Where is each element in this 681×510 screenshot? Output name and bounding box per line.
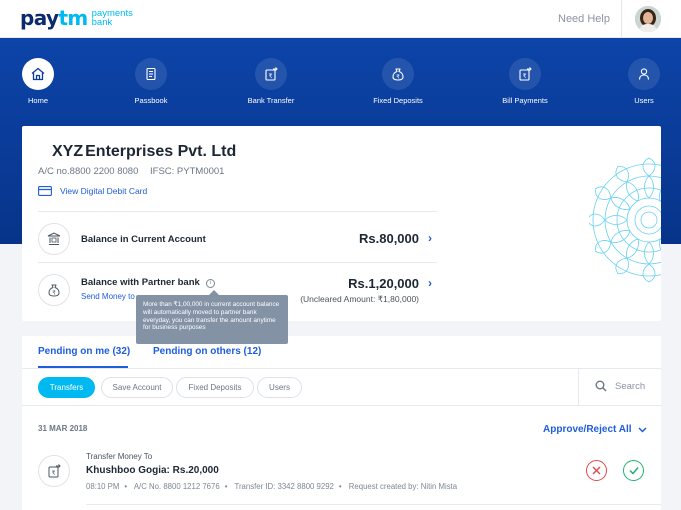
uncleared-amount: (Uncleared Amount: ₹1,80,000) [300,294,419,304]
bank-transfer-icon: ₹ [255,58,287,90]
chevron-right-icon: › [428,231,432,245]
search-icon [595,380,607,392]
top-bar: paytm payments bank Need Help [0,0,681,38]
company-name: XYZ Enterprises Pvt. Ltd [52,143,236,161]
transaction-id: Transfer ID: 3342 8800 9292 [234,482,334,491]
svg-text:₹: ₹ [396,73,400,80]
mandala-decoration-icon [589,157,661,283]
partner-bank-info-tooltip: More than ₹1,00,000 in current account b… [136,290,288,344]
transaction-account: A/C No. 8800 1212 7676 [133,482,220,491]
divider [86,504,661,505]
search-label: Search [615,380,646,392]
current-balance-label: Balance in Current Account [81,234,206,245]
fixed-deposits-icon: ₹ [382,58,414,90]
nav-item-users[interactable]: Users [594,58,681,105]
bank-building-icon [38,223,70,255]
svg-text:₹: ₹ [269,73,273,80]
nav-item-fixed-deposits[interactable]: ₹ Fixed Deposits [348,58,448,105]
svg-text:₹: ₹ [52,289,56,296]
passbook-icon [135,58,167,90]
pending-approvals-card: Pending on me (32) Pending on others (12… [22,336,661,510]
nav-item-bank-transfer[interactable]: ₹ Bank Transfer [221,58,321,105]
company-prefix: XYZ [52,143,84,160]
reject-button[interactable] [586,460,607,481]
nav-label: Bill Payments [502,96,548,105]
chevron-right-icon: › [428,276,432,290]
svg-text:₹: ₹ [523,73,527,80]
divider [22,405,661,406]
header-divider [621,0,622,38]
filter-chip-transfers[interactable]: Transfers [38,377,95,398]
bill-payments-icon: ₹ [509,58,541,90]
chevron-down-icon [638,426,647,433]
transaction-created-by: Request created by: Nitin Mista [348,482,458,491]
search-button[interactable]: Search [595,380,645,392]
account-number: A/C no.8800 2200 8080 [38,166,139,177]
company-name-text: Enterprises Pvt. Ltd [85,143,237,160]
current-balance-amount: Rs.80,000 [359,231,419,246]
info-icon[interactable]: i [205,279,215,288]
users-icon [628,58,660,90]
logo-subtitle: payments bank [91,8,133,28]
filter-chip-save-account[interactable]: Save Account [101,377,173,398]
logo-wordmark: paytm [20,6,88,30]
filter-chip-users[interactable]: Users [257,377,302,398]
filter-chip-fixed-deposits[interactable]: Fixed Deposits [176,377,254,398]
account-summary-card: XYZ Enterprises Pvt. Ltd A/C no.8800 2200… [22,126,661,321]
transaction-meta: 08:10 PM • A/C No. 8800 1212 7676 • Transf… [86,482,458,491]
nav-label: Home [27,96,48,105]
transfer-money-icon: ₹ [38,455,70,487]
nav-label: Users [634,96,654,105]
check-icon [628,467,639,475]
send-money-link[interactable]: Send Money to [81,292,135,301]
date-header: 31 MAR 2018 [38,424,88,433]
approve-reject-all-button[interactable]: Approve/Reject All [543,424,647,435]
nav-label: Bank Transfer [247,96,295,105]
divider [22,368,661,369]
transaction-title: Transfer Money To [86,452,153,461]
svg-text:₹: ₹ [52,470,56,477]
view-card-label: View Digital Debit Card [60,186,148,196]
current-account-balance-row[interactable]: Balance in Current Account Rs.80,000 › [38,219,437,259]
paytm-payments-bank-logo[interactable]: paytm payments bank [20,7,133,29]
need-help-link[interactable]: Need Help [558,13,610,25]
partner-balance-label: Balance with Partner bank i [81,277,215,288]
approve-button[interactable] [623,460,644,481]
close-icon [592,466,601,475]
partner-balance-amount: Rs.1,20,000 [348,276,419,291]
search-divider [578,368,579,405]
home-icon [22,58,54,90]
divider [38,211,437,212]
card-icon [38,186,52,196]
tab-pending-on-others[interactable]: Pending on others (12) [153,346,261,357]
avatar[interactable] [635,6,661,32]
nav-label: Passbook [134,96,168,105]
view-digital-debit-card-link[interactable]: View Digital Debit Card [38,186,147,196]
nav-label: Fixed Deposits [373,96,423,105]
money-bag-icon: ₹ [38,274,70,306]
tab-pending-on-me[interactable]: Pending on me (32) [38,346,130,357]
account-info: A/C no.8800 2200 8080 IFSC: PYTM0001 [38,166,233,177]
transaction-time: 08:10 PM [86,482,120,491]
nav-item-passbook[interactable]: Passbook [101,58,201,105]
ifsc-code: IFSC: PYTM0001 [150,166,225,177]
nav-item-bill-payments[interactable]: ₹ Bill Payments [475,58,575,105]
nav-item-home[interactable]: Home [0,58,88,105]
transaction-recipient: Khushboo Gogia: Rs.20,000 [86,465,219,476]
divider [38,262,437,263]
